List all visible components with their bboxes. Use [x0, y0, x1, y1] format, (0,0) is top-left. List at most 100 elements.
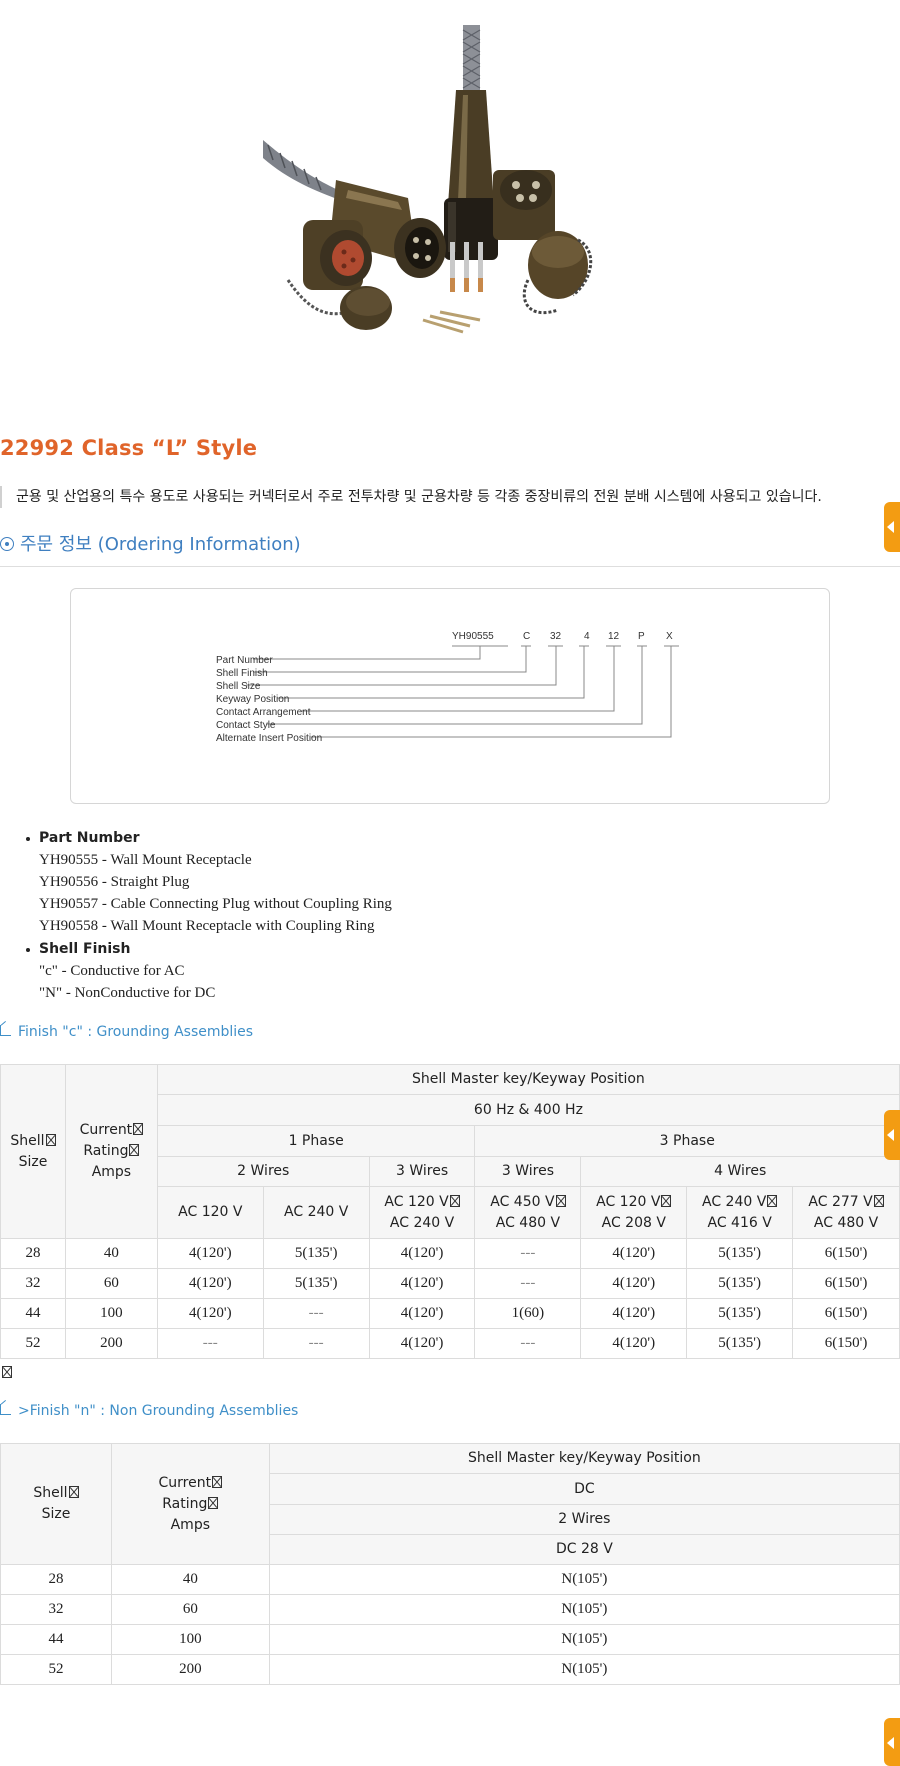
missing-glyph-icon — [129, 1144, 140, 1156]
cell: 6(150') — [792, 1238, 900, 1269]
cell: --- — [474, 1238, 582, 1269]
table-row: 28 40 4(120') 5(135') 4(120') --- 4(120'… — [0, 1238, 900, 1269]
th-amps-label: Amps — [91, 1164, 132, 1180]
grounding-heading: Finish "c" : Grounding Assemblies — [0, 1024, 253, 1040]
cell: 60 — [64, 1268, 158, 1299]
scroll-top-tab-icon[interactable] — [884, 502, 900, 552]
cell: --- — [156, 1328, 264, 1359]
th-voltage: DC 28 V — [268, 1534, 900, 1565]
cell: 4(120') — [368, 1268, 476, 1299]
missing-glyph-icon — [873, 1194, 884, 1207]
cell: 32 — [0, 1268, 66, 1299]
list-item: "c" - Conductive for AC — [39, 963, 185, 979]
voltage-label: AC 120 V — [178, 1204, 243, 1220]
list-item: YH90558 - Wall Mount Receptacle with Cou… — [39, 918, 375, 934]
circle-bullet-icon — [0, 537, 14, 551]
missing-glyph-icon — [133, 1123, 144, 1135]
th-shell-size: Shell Size — [0, 1064, 66, 1239]
table-row: 52 200 N(105') — [0, 1654, 900, 1685]
cell: N(105') — [268, 1624, 900, 1655]
th-size-label: Size — [41, 1506, 71, 1522]
voltage-label: AC 450 V — [490, 1193, 555, 1210]
cell: 6(150') — [792, 1268, 900, 1299]
list-item: YH90556 - Straight Plug — [39, 874, 190, 890]
voltage-label: AC 480 V — [813, 1214, 879, 1231]
table-row: 44 100 N(105') — [0, 1624, 900, 1655]
th-frequency: 60 Hz & 400 Hz — [156, 1094, 900, 1126]
grounding-heading-label: Finish "c" : Grounding Assemblies — [18, 1024, 254, 1040]
ordering-heading: 주문 정보 (Ordering Information) — [0, 530, 301, 556]
ordering-diagram: YH90555 C 32 4 12 P X Part Number Shell … — [70, 588, 830, 804]
cell: 44 — [0, 1624, 112, 1655]
missing-glyph-icon — [661, 1194, 672, 1207]
th-master-key: Shell Master key/Keyway Position — [156, 1064, 900, 1095]
th-shell-size: Shell Size — [0, 1443, 112, 1565]
missing-glyph-icon — [449, 1194, 460, 1207]
cell: --- — [262, 1298, 370, 1329]
cell: 4(120') — [156, 1238, 264, 1269]
cell: 4(120') — [368, 1298, 476, 1329]
ordering-diagram-svg: YH90555 C 32 4 12 P X Part Number Shell … — [216, 631, 679, 744]
cell: 28 — [0, 1238, 66, 1269]
cell: 4(120') — [156, 1298, 264, 1329]
cell: 40 — [64, 1238, 158, 1269]
code-part-0: YH90555 — [452, 631, 494, 642]
cell: 32 — [0, 1594, 112, 1625]
table-row: 28 40 N(105') — [0, 1564, 900, 1595]
voltage-label: AC 240 V — [389, 1214, 455, 1231]
missing-glyph-icon — [2, 1366, 12, 1378]
cell: N(105') — [268, 1564, 900, 1595]
th-4-wires: 4 Wires — [580, 1156, 900, 1187]
spec-list: Part Number YH90555 - Wall Mount Recepta… — [26, 826, 392, 1004]
th-voltage: AC 120 V AC 240 V — [368, 1186, 476, 1239]
th-shell-label: Shell — [10, 1132, 45, 1149]
missing-glyph-icon — [208, 1496, 219, 1509]
code-label-contact-style: Contact Style — [216, 720, 276, 731]
code-part-4: 12 — [608, 631, 620, 642]
table-row: 44 100 4(120') --- 4(120') 1(60) 4(120')… — [0, 1298, 900, 1329]
cell: 1(60) — [474, 1298, 582, 1329]
non-grounding-heading: >Finish "n" : Non Grounding Assemblies — [0, 1403, 298, 1419]
cell: 40 — [110, 1564, 270, 1595]
voltage-label: AC 240 V — [284, 1204, 349, 1220]
missing-glyph-icon — [555, 1194, 566, 1207]
cell: 52 — [0, 1328, 66, 1359]
voltage-label: AC 240 V — [702, 1193, 767, 1210]
cell: 100 — [64, 1298, 158, 1329]
cell: 5(135') — [262, 1238, 370, 1269]
cell: 4(120') — [580, 1268, 688, 1299]
cell: 4(120') — [580, 1298, 688, 1329]
table-row: 52 200 --- --- 4(120') --- 4(120') 5(135… — [0, 1328, 900, 1359]
scroll-top-tab-icon[interactable] — [884, 1718, 900, 1766]
th-3-wires: 3 Wires — [368, 1156, 476, 1187]
cell: 4(120') — [368, 1238, 476, 1269]
code-label-keyway-position: Keyway Position — [216, 694, 289, 705]
th-current-label: Current — [158, 1474, 212, 1491]
th-2-wires: 2 Wires — [268, 1504, 900, 1535]
missing-glyph-icon — [68, 1486, 79, 1498]
cell: 28 — [0, 1564, 112, 1595]
table-row: 32 60 4(120') 5(135') 4(120') --- 4(120'… — [0, 1268, 900, 1299]
th-rating-label: Rating — [83, 1143, 129, 1159]
th-1-phase: 1 Phase — [156, 1125, 476, 1157]
th-voltage: AC 277 V AC 480 V — [792, 1186, 900, 1239]
cell: 5(135') — [686, 1298, 794, 1329]
cell: 6(150') — [792, 1298, 900, 1329]
th-voltage: AC 240 V — [262, 1186, 370, 1239]
cell: 200 — [110, 1654, 270, 1685]
code-part-2: 32 — [550, 631, 562, 642]
non-grounding-heading-label: >Finish "n" : Non Grounding Assemblies — [18, 1403, 299, 1419]
cell: 4(120') — [368, 1328, 476, 1359]
code-part-6: X — [666, 631, 673, 642]
scroll-top-tab-icon[interactable] — [884, 1110, 900, 1160]
th-current-rating: Current Rating Amps — [64, 1064, 158, 1239]
cell: 5(135') — [262, 1268, 370, 1299]
voltage-label: AC 480 V — [495, 1214, 561, 1231]
cell: 5(135') — [686, 1238, 794, 1269]
th-master-key: Shell Master key/Keyway Position — [268, 1443, 900, 1474]
product-description: 군용 및 산업용의 특수 용도로 사용되는 커넥터로서 주로 전투차량 및 군용… — [0, 486, 886, 508]
list-item: "N" - NonConductive for DC — [39, 985, 216, 1001]
th-current-label: Current — [79, 1122, 133, 1138]
cell: 60 — [110, 1594, 270, 1625]
cell: --- — [474, 1268, 582, 1299]
